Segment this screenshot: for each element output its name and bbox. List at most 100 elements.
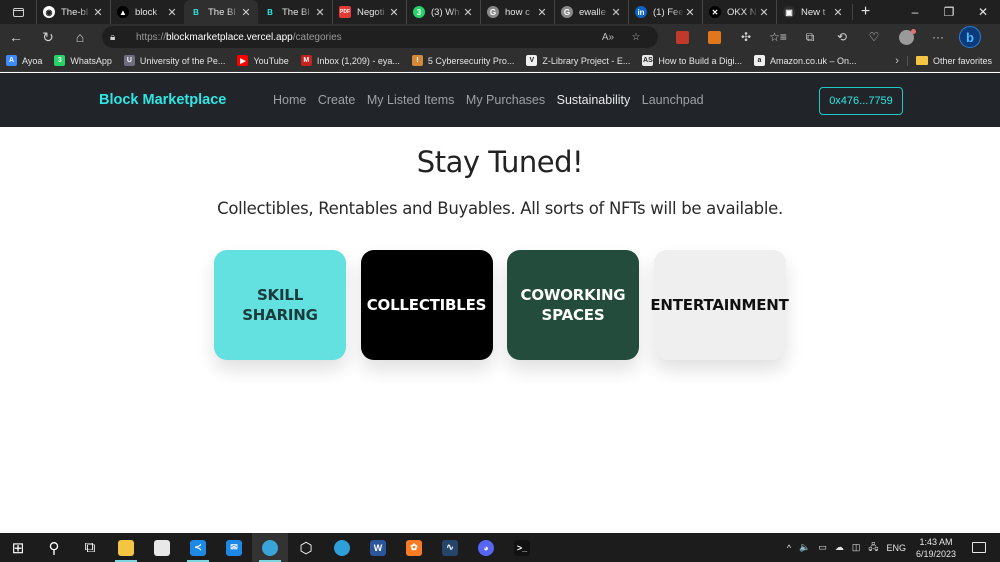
- terminal-button[interactable]: >_: [504, 533, 540, 562]
- close-window-button[interactable]: ✕: [966, 0, 1000, 24]
- browser-tab[interactable]: ◉ The-bl ✕: [36, 0, 110, 24]
- browser-tab[interactable]: 3 (3) Wh ✕: [406, 0, 480, 24]
- browser-tab[interactable]: B The Bl ✕: [184, 0, 258, 24]
- discord-button[interactable]: ◕: [468, 533, 504, 562]
- brand-logo[interactable]: Block Marketplace: [99, 92, 226, 108]
- favorite-item[interactable]: 3 WhatsApp: [54, 55, 112, 66]
- tab-close-icon[interactable]: ✕: [610, 6, 622, 19]
- start-button[interactable]: ⊞: [0, 533, 36, 562]
- notification-center-icon[interactable]: [972, 542, 986, 553]
- new-tab-button[interactable]: +: [852, 4, 878, 20]
- tab-close-icon[interactable]: ✕: [536, 6, 548, 19]
- category-cards: SKILL SHARING COLLECTIBLES COWORKING SPACE…: [214, 250, 800, 360]
- extensions-button[interactable]: ✣: [730, 24, 762, 50]
- battery-icon[interactable]: ▭: [818, 542, 827, 553]
- clock[interactable]: 1:43 AM 6/19/2023: [916, 536, 956, 560]
- tab-close-icon[interactable]: ✕: [92, 6, 104, 19]
- vscode-button[interactable]: ≺: [180, 533, 216, 562]
- as-icon: AS: [642, 55, 654, 66]
- url-text[interactable]: https://blockmarketplace.vercel.app/cate…: [136, 32, 594, 43]
- tab-close-icon[interactable]: ✕: [166, 6, 178, 19]
- xampp-button[interactable]: ✿: [396, 533, 432, 562]
- task-view-button[interactable]: ⧉: [72, 533, 108, 562]
- address-bar[interactable]: 🔒︎ https://blockmarketplace.vercel.app/c…: [102, 26, 658, 48]
- edge-button[interactable]: [252, 533, 288, 562]
- back-button[interactable]: ←: [0, 24, 32, 50]
- start-icon: ⊞: [11, 539, 25, 557]
- word-button[interactable]: W: [360, 533, 396, 562]
- search-button[interactable]: ⚲: [36, 533, 72, 562]
- browser-tab[interactable]: Ghow c ✕: [480, 0, 554, 24]
- metamask-button[interactable]: [698, 24, 730, 50]
- favorite-item[interactable]: ▶ YouTube: [237, 55, 289, 66]
- nav-link-my-listed-items[interactable]: My Listed Items: [367, 93, 455, 107]
- tab-close-icon[interactable]: ✕: [314, 6, 326, 19]
- network-icon[interactable]: 🖧: [868, 540, 878, 556]
- nav-link-my-purchases[interactable]: My Purchases: [466, 93, 545, 107]
- nav-link-sustainability[interactable]: Sustainability: [557, 93, 631, 107]
- tab-close-icon[interactable]: ✕: [240, 6, 252, 19]
- nav-link-launchpad[interactable]: Launchpad: [642, 93, 704, 107]
- tray-chevron-icon[interactable]: ^: [787, 543, 791, 553]
- main-content: Stay Tuned! Collectibles, Rentables and …: [0, 127, 1000, 533]
- mysql-workbench-button[interactable]: ∿: [432, 533, 468, 562]
- tab-close-icon[interactable]: ✕: [388, 6, 400, 19]
- category-card-collectibles[interactable]: COLLECTIBLES: [360, 250, 493, 360]
- category-card-coworking-spaces[interactable]: COWORKING SPACES: [507, 250, 639, 360]
- restore-button[interactable]: ❐: [932, 0, 966, 24]
- other-favorites[interactable]: Other favorites: [906, 55, 992, 66]
- more-menu-button[interactable]: ···: [922, 24, 954, 50]
- collections-button[interactable]: ⧉: [794, 24, 826, 50]
- ellipsis-icon: ···: [932, 30, 944, 44]
- extension-red-button[interactable]: [666, 24, 698, 50]
- favorite-item[interactable]: ! 5 Cybersecurity Pro...: [411, 55, 514, 66]
- nav-link-home[interactable]: Home: [273, 93, 306, 107]
- favorite-star-icon[interactable]: ☆: [622, 32, 650, 43]
- tab-close-icon[interactable]: ✕: [684, 6, 696, 19]
- mail-button[interactable]: ✉: [216, 533, 252, 562]
- tab-actions-button[interactable]: [0, 0, 36, 24]
- microsoft-store-button[interactable]: [144, 533, 180, 562]
- favorite-item[interactable]: U University of the Pe...: [123, 55, 225, 66]
- tab-close-icon[interactable]: ✕: [758, 6, 770, 19]
- browser-essentials-button[interactable]: ♡: [858, 24, 890, 50]
- file-explorer-button[interactable]: [108, 533, 144, 562]
- language-indicator[interactable]: ENG: [886, 543, 906, 553]
- tab-close-icon[interactable]: ✕: [832, 6, 844, 19]
- home-button[interactable]: ⌂: [64, 24, 96, 50]
- tab-title: OKX N: [727, 6, 757, 18]
- virtualbox-icon: ⬡: [299, 539, 313, 557]
- favorites-overflow-button[interactable]: ›: [895, 55, 899, 67]
- browser-tab[interactable]: ✕ OKX N ✕: [702, 0, 776, 24]
- meet-now-icon[interactable]: ◫: [852, 542, 861, 553]
- browser-tab[interactable]: PDF Negoti ✕: [332, 0, 406, 24]
- onedrive-icon[interactable]: ☁: [835, 542, 844, 553]
- favorite-item[interactable]: V Z-Library Project - E...: [526, 55, 630, 66]
- volume-icon[interactable]: 🔈: [799, 542, 810, 553]
- read-aloud-icon[interactable]: A»: [594, 32, 622, 43]
- favorite-item[interactable]: M Inbox (1,209) - eya...: [300, 55, 400, 66]
- nav-link-create[interactable]: Create: [318, 93, 356, 107]
- favorite-item[interactable]: A Ayoa: [6, 55, 42, 66]
- category-card-skill-sharing[interactable]: SKILL SHARING: [214, 250, 346, 360]
- profile-button[interactable]: [890, 24, 922, 50]
- minimize-button[interactable]: –: [898, 0, 932, 24]
- browser-tab[interactable]: ▣ New t ✕: [776, 0, 850, 24]
- refresh-button[interactable]: ↻: [32, 24, 64, 50]
- bing-button[interactable]: b: [954, 24, 986, 50]
- favorite-item[interactable]: a Amazon.co.uk – On...: [753, 55, 857, 66]
- favorite-item[interactable]: AS How to Build a Digi...: [642, 55, 742, 66]
- tab-close-icon[interactable]: ✕: [462, 6, 474, 19]
- browser-tab[interactable]: Gewalle ✕: [554, 0, 628, 24]
- history-button[interactable]: ⟲: [826, 24, 858, 50]
- taskbar-apps: ⊞ ⚲ ⧉ ≺ ✉ ⬡ W ✿ ∿ ◕ >_: [0, 533, 540, 562]
- url-path: /categories: [292, 31, 342, 43]
- edge-profile-button[interactable]: [324, 533, 360, 562]
- favorites-button[interactable]: ☆≡: [762, 24, 794, 50]
- browser-tab[interactable]: in (1) Fee ✕: [628, 0, 702, 24]
- wallet-address-button[interactable]: 0x476...7759: [819, 87, 903, 115]
- category-card-entertainment[interactable]: ENTERTAINMENT: [650, 250, 789, 360]
- browser-tab[interactable]: B The Bl ✕: [258, 0, 332, 24]
- virtualbox-button[interactable]: ⬡: [288, 533, 324, 562]
- browser-tab[interactable]: ▲ block ✕: [110, 0, 184, 24]
